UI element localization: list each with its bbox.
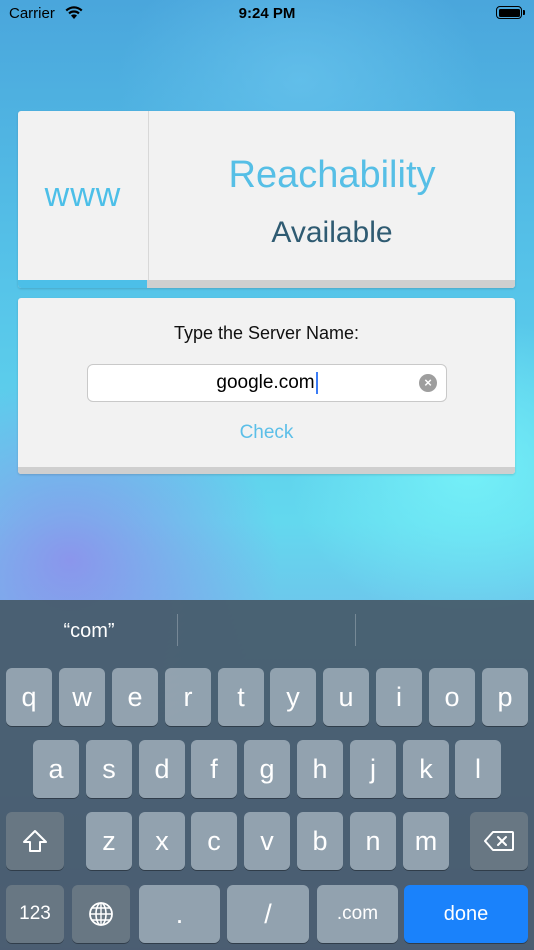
key-w[interactable]: w	[59, 668, 105, 726]
shift-icon[interactable]	[6, 812, 64, 870]
key-k[interactable]: k	[403, 740, 449, 798]
key-p[interactable]: p	[482, 668, 528, 726]
key-y[interactable]: y	[270, 668, 316, 726]
key-v[interactable]: v	[244, 812, 290, 870]
key-x[interactable]: x	[139, 812, 185, 870]
key-h[interactable]: h	[297, 740, 343, 798]
key-t[interactable]: t	[218, 668, 264, 726]
suggestion-bar: “com”	[0, 600, 534, 662]
done-button[interactable]: done	[404, 885, 528, 943]
key-d[interactable]: d	[139, 740, 185, 798]
reachability-card: www Reachability Available	[18, 111, 515, 288]
numbers-key[interactable]: 123	[6, 885, 64, 943]
text-cursor	[315, 372, 318, 394]
suggestion-2[interactable]	[178, 600, 356, 662]
key-g[interactable]: g	[244, 740, 290, 798]
key-s[interactable]: s	[86, 740, 132, 798]
reachability-progress-fill	[18, 280, 148, 288]
globe-icon[interactable]	[72, 885, 130, 943]
key-f[interactable]: f	[191, 740, 237, 798]
key-period[interactable]: .	[139, 885, 220, 943]
key-o[interactable]: o	[429, 668, 475, 726]
key-q[interactable]: q	[6, 668, 52, 726]
clock: 9:24 PM	[238, 5, 296, 22]
www-label: www	[18, 111, 149, 280]
key-r[interactable]: r	[165, 668, 211, 726]
suggestion-3[interactable]	[356, 600, 534, 662]
key-a[interactable]: a	[33, 740, 79, 798]
key-l[interactable]: l	[455, 740, 501, 798]
key-c[interactable]: c	[191, 812, 237, 870]
key-n[interactable]: n	[350, 812, 396, 870]
key-i[interactable]: i	[376, 668, 422, 726]
key-slash[interactable]: /	[227, 885, 309, 943]
backspace-icon[interactable]	[470, 812, 528, 870]
suggestion-1[interactable]: “com”	[0, 600, 178, 662]
server-check-card: Type the Server Name: google.com × Check	[18, 298, 515, 474]
check-button[interactable]: Check	[18, 422, 515, 444]
card-bottom-edge	[18, 467, 515, 474]
key-m[interactable]: m	[403, 812, 449, 870]
server-name-input[interactable]: google.com ×	[87, 364, 447, 402]
status-bar: Carrier 9:24 PM	[0, 0, 534, 30]
reachability-title: Reachability	[228, 154, 436, 196]
reachability-status: Available	[271, 216, 393, 249]
key-dotcom[interactable]: .com	[317, 885, 398, 943]
key-e[interactable]: e	[112, 668, 158, 726]
reachability-progress-track	[18, 280, 515, 288]
key-z[interactable]: z	[86, 812, 132, 870]
battery-icon	[496, 6, 525, 19]
server-prompt: Type the Server Name:	[173, 323, 360, 343]
key-b[interactable]: b	[297, 812, 343, 870]
key-u[interactable]: u	[323, 668, 369, 726]
server-name-value: google.com	[216, 372, 315, 393]
clear-circle-icon[interactable]: ×	[419, 374, 437, 392]
key-j[interactable]: j	[350, 740, 396, 798]
keyboard: “com” q w e r t y u i o p a s d f g h j …	[0, 600, 534, 950]
